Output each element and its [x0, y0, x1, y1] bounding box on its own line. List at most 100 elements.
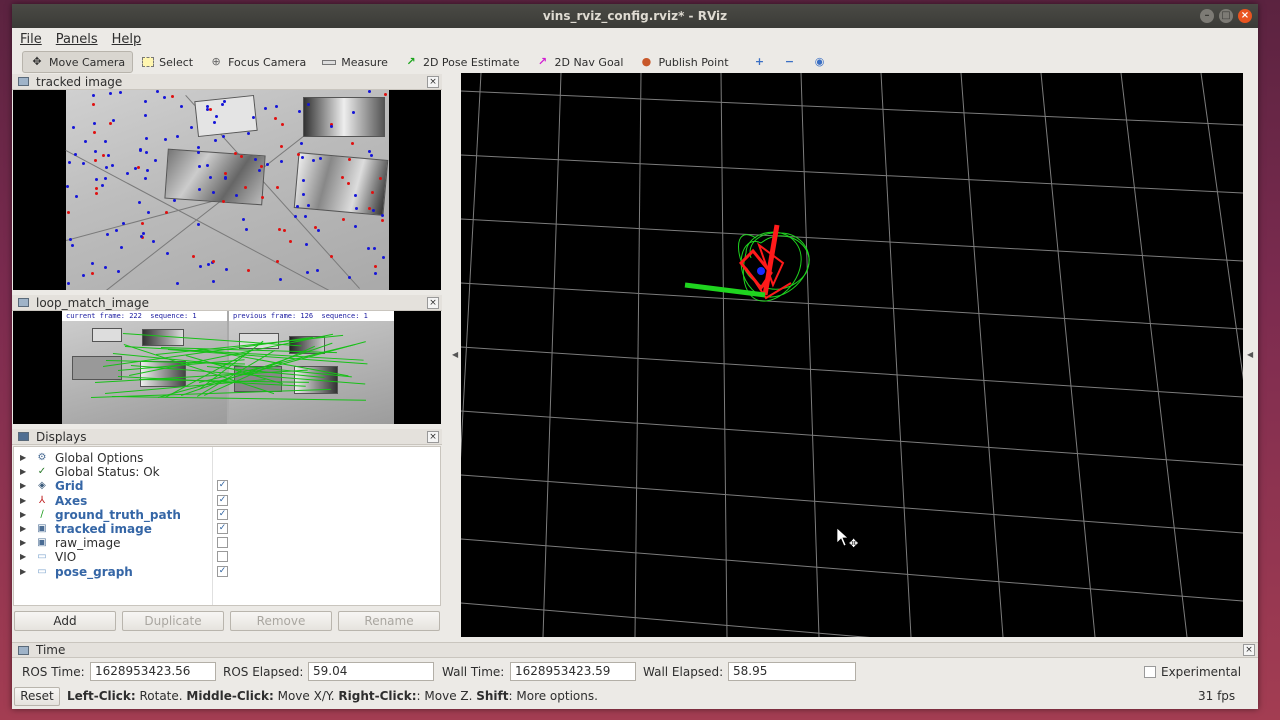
expand-arrow-icon[interactable]: ▶ [20, 565, 26, 579]
pose-estimate-tool[interactable]: ↗ 2D Pose Estimate [397, 51, 527, 73]
expand-arrow-icon[interactable]: ▶ [20, 479, 26, 493]
display-row[interactable]: ▶ ⚙ Global Options [14, 451, 440, 465]
display-enable-checkbox[interactable]: ✓ [217, 494, 228, 506]
display-row[interactable]: ▶ ⅄ Axes ✓ [14, 494, 440, 508]
feature-point [93, 131, 97, 135]
middle-click-desc: Move X/Y. [273, 689, 339, 703]
view-tool-button[interactable]: ◉ [806, 51, 834, 73]
feature-point [75, 195, 79, 199]
select-icon [142, 57, 155, 67]
feature-point [66, 185, 70, 189]
display-label: raw_image [55, 536, 121, 551]
splitter-right-icon[interactable]: ◀ [1247, 350, 1253, 359]
display-row[interactable]: ▶ ▭ VIO [14, 550, 440, 564]
expand-arrow-icon[interactable]: ▶ [20, 536, 26, 550]
expand-arrow-icon[interactable]: ▶ [20, 508, 26, 522]
feature-point [303, 215, 307, 219]
feature-point [212, 259, 216, 263]
display-enable-checkbox[interactable]: ✓ [217, 508, 228, 520]
feature-point [253, 157, 257, 161]
feature-point [257, 168, 261, 172]
duplicate-display-button[interactable]: Duplicate [122, 611, 224, 631]
expand-arrow-icon[interactable]: ▶ [20, 451, 26, 465]
display-row[interactable]: ▶ ∕ ground_truth_path ✓ [14, 508, 440, 522]
ros-time-field[interactable]: 1628953423.56 [90, 662, 216, 681]
splitter-left-icon[interactable]: ◀ [452, 350, 458, 359]
display-row[interactable]: ▶ ▣ raw_image [14, 536, 440, 550]
expand-arrow-icon[interactable]: ▶ [20, 494, 26, 508]
feature-point [71, 244, 75, 248]
green-arrow-icon: ↗ [406, 55, 416, 68]
focus-camera-tool[interactable]: ⊕ Focus Camera [202, 51, 313, 73]
monitor-icon [18, 432, 29, 441]
3d-render-view[interactable]: ✥ [461, 73, 1243, 637]
feature-point [352, 110, 356, 114]
move-camera-tool[interactable]: ✥ Move Camera [22, 51, 134, 73]
grid-line [880, 73, 912, 637]
feature-point [300, 142, 304, 146]
grid [461, 73, 1243, 637]
maximize-button[interactable]: □ [1219, 9, 1233, 23]
feature-point [224, 267, 228, 271]
display-label: Axes [55, 493, 88, 508]
feature-point [136, 166, 140, 170]
add-display-button[interactable]: Add [14, 611, 116, 631]
close-icon[interactable]: × [427, 76, 439, 88]
close-button[interactable]: × [1238, 9, 1252, 23]
tool-bar: ✥ Move Camera Select ⊕ Focus Camera Meas… [12, 50, 1258, 74]
display-row[interactable]: ▶ ✓ Global Status: Ok [14, 465, 440, 479]
feature-point [314, 225, 318, 229]
check-icon: ✓ [37, 466, 47, 478]
measure-tool[interactable]: Measure [315, 51, 395, 73]
feature-point [221, 199, 225, 203]
loop-match-panel-title[interactable]: loop_match_image × [12, 295, 442, 311]
reset-button[interactable]: Reset [14, 687, 60, 706]
remove-tool-button[interactable]: − [776, 51, 804, 73]
time-panel-title[interactable]: Time × [12, 642, 1258, 658]
minus-icon: − [784, 55, 795, 68]
grid-line [461, 282, 1243, 330]
menu-help[interactable]: Help [112, 32, 142, 47]
display-enable-checkbox[interactable]: ✓ [217, 565, 228, 577]
display-row[interactable]: ▶ ◈ Grid ✓ [14, 479, 440, 493]
rename-display-button[interactable]: Rename [338, 611, 440, 631]
feature-point [105, 166, 109, 170]
display-label: ground_truth_path [55, 507, 181, 522]
publish-point-tool[interactable]: ● Publish Point [632, 51, 735, 73]
menu-file[interactable]: File [20, 32, 42, 47]
menu-panels[interactable]: Panels [56, 32, 98, 47]
remove-display-button[interactable]: Remove [230, 611, 332, 631]
wall-time-field[interactable]: 1628953423.59 [510, 662, 636, 681]
expand-arrow-icon[interactable]: ▶ [20, 550, 26, 564]
add-tool-button[interactable]: + [746, 51, 774, 73]
tracked-image-panel-title[interactable]: tracked image × [12, 74, 442, 90]
displays-panel-title[interactable]: Displays × [12, 429, 442, 445]
feature-point [277, 228, 281, 232]
ros-elapsed-field[interactable]: 59.04 [308, 662, 434, 681]
select-tool[interactable]: Select [135, 51, 200, 73]
feature-point [239, 154, 243, 158]
display-enable-checkbox[interactable] [217, 537, 228, 549]
3d-scene: ✥ [461, 73, 1243, 637]
expand-arrow-icon[interactable]: ▶ [20, 465, 26, 479]
left-click-desc: Rotate. [135, 689, 187, 703]
display-row[interactable]: ▶ ▭ pose_graph ✓ [14, 565, 440, 579]
display-enable-checkbox[interactable] [217, 551, 228, 563]
close-icon[interactable]: × [1243, 644, 1255, 656]
expand-arrow-icon[interactable]: ▶ [20, 522, 26, 536]
close-icon[interactable]: × [427, 431, 439, 443]
feature-point [71, 125, 75, 129]
minimize-button[interactable]: – [1200, 9, 1214, 23]
gear-icon: ⚙ [37, 452, 47, 463]
display-enable-checkbox[interactable]: ✓ [217, 480, 228, 492]
nav-goal-tool[interactable]: ↗ 2D Nav Goal [528, 51, 630, 73]
experimental-checkbox[interactable] [1144, 666, 1156, 678]
close-icon[interactable]: × [427, 297, 439, 309]
display-enable-checkbox[interactable]: ✓ [217, 523, 228, 534]
grid-line [1120, 73, 1188, 637]
feature-point [171, 95, 175, 99]
wall-elapsed-field[interactable]: 58.95 [728, 662, 856, 681]
grid-line [461, 154, 1243, 194]
display-row[interactable]: ▶ ▣ tracked image ✓ [14, 522, 440, 536]
right-click-key: Right-Click: [338, 689, 417, 703]
